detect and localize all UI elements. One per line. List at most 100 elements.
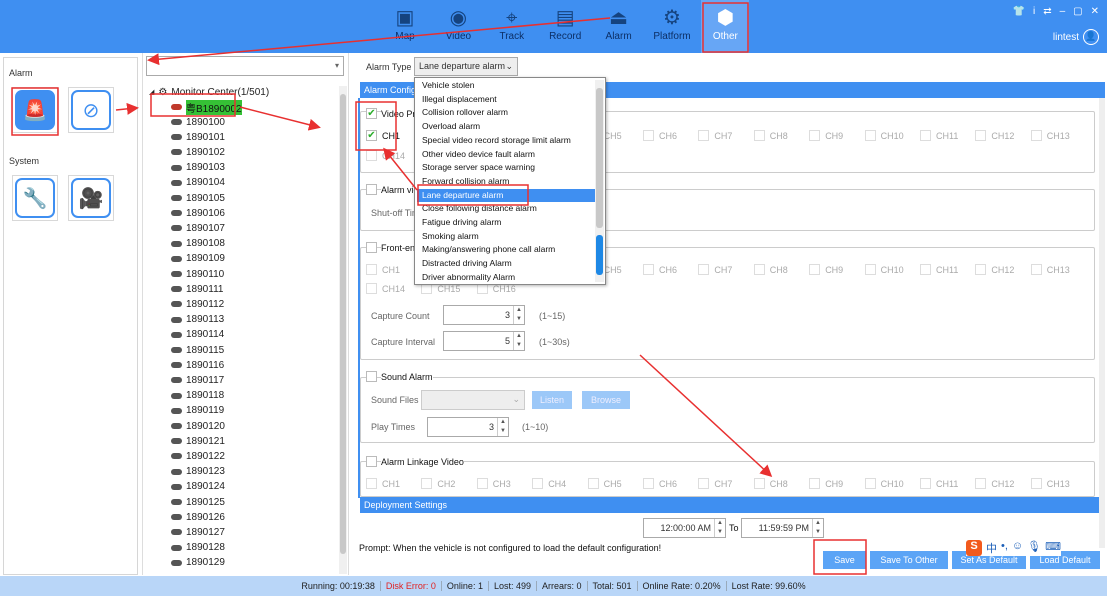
nav-map[interactable]: ▣ Map	[381, 0, 429, 53]
dropdown-option[interactable]: Close following distance alarm	[417, 202, 595, 215]
channel-checkbox[interactable]	[753, 130, 765, 141]
nav-record[interactable]: ▤ Record	[541, 0, 589, 53]
tree-item[interactable]: 1890126	[171, 510, 225, 524]
play-times-stepper[interactable]: 3 ▲ ▼	[427, 417, 509, 437]
dropdown-option[interactable]: Distracted driving Alarm	[417, 257, 595, 270]
tree-item[interactable]: 1890119	[171, 404, 224, 418]
tree-search-combo[interactable]: ▾	[146, 56, 344, 76]
tree-item[interactable]: 1890117	[171, 373, 224, 387]
capture-count-stepper[interactable]: 3 ▲ ▼	[443, 305, 525, 325]
tree-item[interactable]: 1890104	[171, 176, 225, 190]
tree-item[interactable]: 1890123	[171, 465, 225, 479]
channel-checkbox[interactable]	[920, 264, 931, 275]
channel-checkbox[interactable]	[809, 264, 821, 275]
main-scrollbar[interactable]	[1099, 98, 1105, 548]
alarm-shield-tile[interactable]: ⊘	[68, 87, 114, 133]
skin-icon[interactable]: 👕	[1013, 6, 1025, 17]
emoji-icon[interactable]: ☺	[1012, 540, 1023, 556]
tree-item[interactable]: 1890109	[171, 252, 225, 266]
channel-checkbox[interactable]	[366, 264, 377, 275]
dropdown-option[interactable]: Smoking alarm	[417, 230, 595, 243]
channel-checkbox[interactable]	[698, 130, 710, 141]
tree-item[interactable]: 1890103	[171, 161, 225, 175]
punctuation-icon[interactable]: •,	[1001, 540, 1008, 556]
dropdown-scrollbar[interactable]	[595, 80, 604, 282]
dropdown-option[interactable]: Making/answering phone call alarm	[417, 243, 595, 256]
tree-item[interactable]: 1890100	[171, 115, 225, 129]
tree-item[interactable]: 1890102	[171, 145, 225, 159]
channel-checkbox[interactable]	[698, 478, 710, 489]
dropdown-option[interactable]: Vehicle stolen	[417, 79, 595, 92]
tree-item[interactable]: 1890113	[171, 313, 224, 327]
video-section-checkbox[interactable]: ✔	[366, 108, 377, 119]
stepper-arrows-icon[interactable]: ▲ ▼	[714, 519, 725, 537]
channel-checkbox[interactable]	[975, 130, 987, 141]
channel-checkbox[interactable]	[421, 478, 433, 489]
channel-checkbox[interactable]	[864, 130, 876, 141]
tree-item[interactable]: 1890112	[171, 297, 224, 311]
time-from-input[interactable]: 12:00:00 AM ▲ ▼	[643, 518, 726, 538]
tree-item[interactable]: 1890108	[171, 237, 225, 251]
alarm-settings-tile[interactable]: 🚨	[12, 87, 58, 133]
channel-checkbox[interactable]	[366, 283, 377, 294]
channel-checkbox[interactable]	[1030, 478, 1042, 489]
channel-checkbox[interactable]	[975, 264, 987, 275]
nav-other[interactable]: ⬢ Other	[701, 0, 750, 53]
video-camera-tile[interactable]: 🎥	[68, 175, 114, 221]
tree-item[interactable]: 1890127	[171, 525, 225, 539]
dropdown-option[interactable]: Special video record storage limit alarm	[417, 134, 595, 147]
sound-alarm-checkbox[interactable]	[366, 371, 377, 382]
tree-item[interactable]: 1890116	[171, 358, 224, 372]
tree-item[interactable]: 1890128	[171, 541, 225, 555]
keyboard-icon[interactable]: ⌨	[1045, 540, 1061, 556]
channel-checkbox[interactable]	[643, 478, 654, 489]
dropdown-option[interactable]: Fatigue driving alarm	[417, 216, 595, 229]
time-to-input[interactable]: 11:59:59 PM ▲ ▼	[741, 518, 824, 538]
tree-item[interactable]: 1890107	[171, 221, 225, 235]
maintenance-tile[interactable]: 🔧	[12, 175, 58, 221]
channel-checkbox[interactable]	[920, 130, 931, 141]
close-icon[interactable]: ✕	[1091, 6, 1099, 17]
dropdown-option[interactable]: Lane departure alarm	[417, 188, 595, 202]
channel-checkbox[interactable]	[366, 478, 377, 489]
channel-checkbox[interactable]	[698, 264, 710, 275]
dropdown-option[interactable]: Other video device fault alarm	[417, 148, 595, 161]
stepper-arrows-icon[interactable]: ▲ ▼	[513, 332, 524, 350]
tree-scrollbar[interactable]	[339, 86, 347, 574]
tree-item[interactable]: 1890120	[171, 419, 225, 433]
channel-checkbox[interactable]	[643, 264, 654, 275]
alarm-type-select[interactable]: Lane departure alarm ⌄	[414, 57, 518, 76]
browse-button[interactable]: Browse	[582, 391, 630, 409]
tree-item[interactable]: 1890110	[171, 267, 224, 281]
tree-item-selected[interactable]: 粤B1890002	[171, 99, 242, 115]
tree-item[interactable]: 1890121	[171, 434, 225, 448]
channel-checkbox[interactable]	[864, 264, 876, 275]
save-to-other-button[interactable]: Save To Other	[870, 551, 948, 569]
dropdown-option[interactable]: Storage server space warning	[417, 161, 595, 174]
dropdown-option[interactable]: Forward collision alarm	[417, 175, 595, 188]
maximize-icon[interactable]: ▢	[1073, 6, 1082, 17]
tree-item[interactable]: 1890125	[171, 495, 225, 509]
stepper-arrows-icon[interactable]: ▲ ▼	[812, 519, 823, 537]
tree-item[interactable]: 1890115	[171, 343, 224, 357]
dropdown-option[interactable]: Overload alarm	[417, 120, 595, 133]
tree-item[interactable]: 1890124	[171, 480, 225, 494]
channel-checkbox[interactable]	[476, 478, 488, 489]
save-button[interactable]: Save	[823, 551, 866, 569]
tree-root[interactable]: ◢ ⚙ Monitor Center(1/501)	[149, 85, 269, 99]
channel-checkbox[interactable]	[975, 478, 987, 489]
dropdown-option[interactable]: Driver abnormality Alarm	[417, 271, 595, 284]
switch-icon[interactable]: ⇄	[1043, 6, 1051, 17]
tree-item[interactable]: 1890122	[171, 449, 225, 463]
stepper-arrows-icon[interactable]: ▲ ▼	[513, 306, 524, 324]
listen-button[interactable]: Listen	[532, 391, 572, 409]
minimize-icon[interactable]: –	[1060, 6, 1066, 17]
tree-item[interactable]: 1890129	[171, 556, 225, 570]
user-info[interactable]: lintest 👤	[1053, 29, 1099, 45]
channel-checkbox[interactable]	[532, 478, 544, 489]
tree-item[interactable]: 1890101	[171, 130, 225, 144]
channel-checkbox[interactable]	[1030, 264, 1042, 275]
channel-checkbox[interactable]	[809, 130, 821, 141]
tree-item[interactable]: 1890105	[171, 191, 225, 205]
mic-icon[interactable]: 🎙	[1027, 540, 1041, 556]
